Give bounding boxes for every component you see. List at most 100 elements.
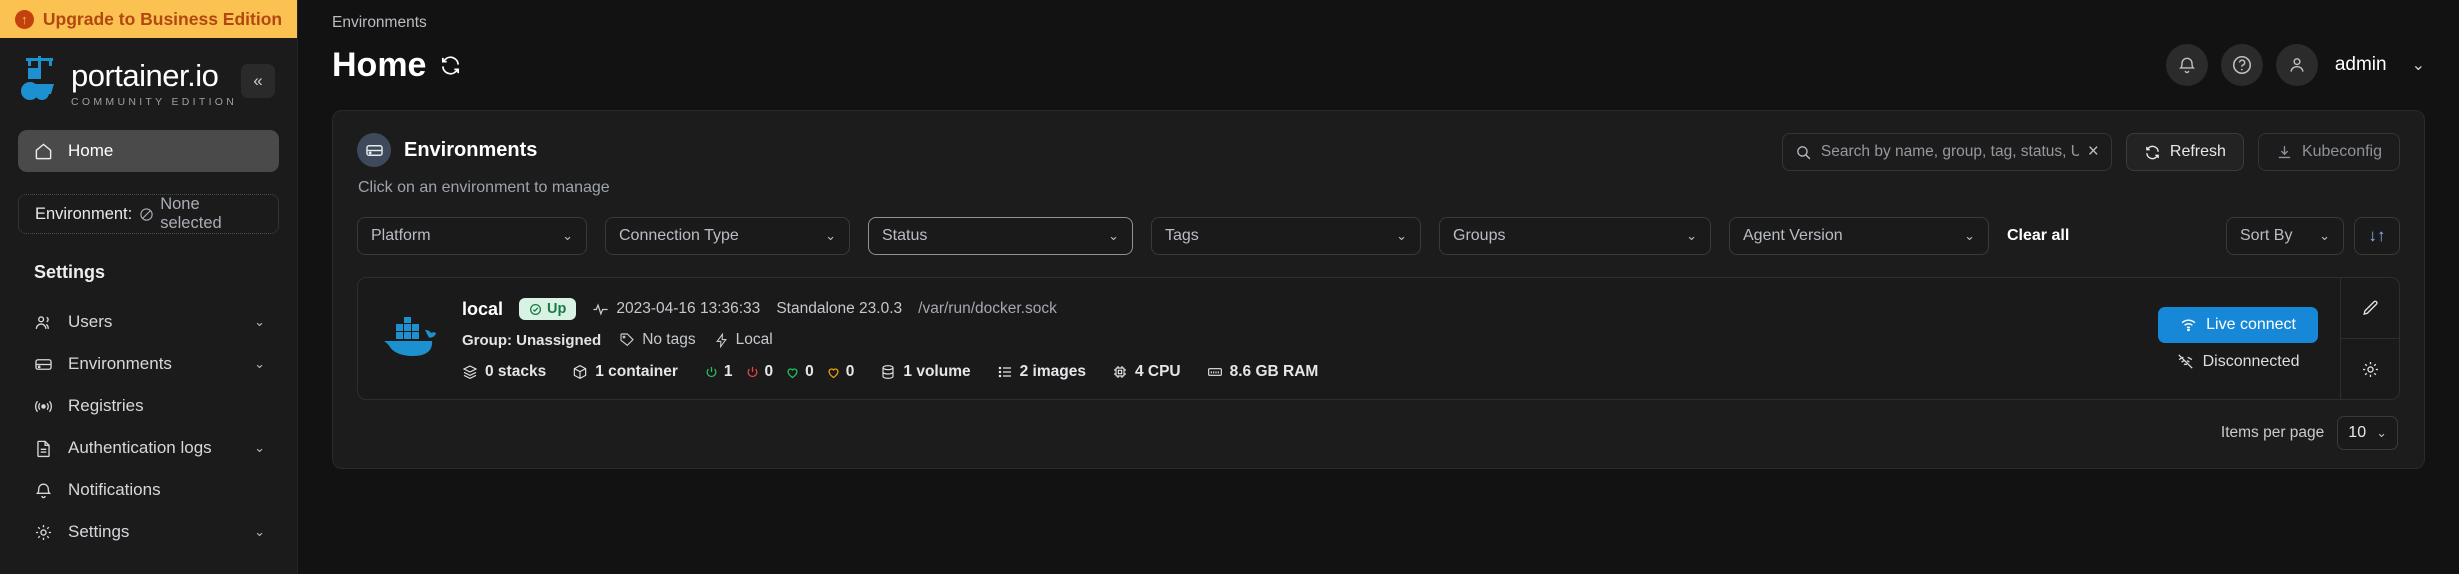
gear-icon bbox=[34, 523, 53, 542]
sort-direction-button[interactable]: ↓↑ bbox=[2354, 217, 2400, 255]
page-title: Home bbox=[332, 46, 427, 84]
environment-settings-button[interactable] bbox=[2341, 338, 2399, 399]
username-label: admin bbox=[2334, 54, 2387, 75]
refresh-icon bbox=[2144, 144, 2161, 161]
sidebar-item-home[interactable]: Home bbox=[18, 130, 279, 172]
environments-icon bbox=[357, 133, 391, 167]
bolt-icon bbox=[714, 332, 729, 348]
images-list-icon bbox=[997, 364, 1013, 380]
environment-stats-row: 0 stacks 1 container 1 0 0 0 1 volume 2 … bbox=[462, 363, 1318, 381]
filter-connection-type-label: Connection Type bbox=[619, 227, 739, 244]
container-icon bbox=[572, 364, 588, 380]
panel-title-row: Environments bbox=[357, 133, 610, 167]
live-connect-button[interactable]: Live connect bbox=[2158, 306, 2318, 343]
environment-local-label: Local bbox=[735, 331, 773, 348]
tag-icon bbox=[619, 332, 635, 348]
sidebar-item-registries-label: Registries bbox=[68, 396, 144, 415]
connect-column: Live connect Disconnected bbox=[2136, 278, 2340, 399]
filter-status-label: Status bbox=[882, 227, 928, 244]
power-stopped-icon bbox=[745, 365, 760, 380]
kubeconfig-button[interactable]: Kubeconfig bbox=[2257, 133, 2400, 171]
upgrade-arrow-icon: ↑ bbox=[14, 9, 34, 29]
search-icon bbox=[1795, 144, 1812, 161]
items-per-page-label: Items per page bbox=[2220, 424, 2325, 441]
sidebar-nav-settings: Users ⌄ Environments ⌄ Registries Authen… bbox=[0, 293, 297, 553]
sidebar-item-users[interactable]: Users ⌄ bbox=[18, 301, 279, 343]
count-unhealthy: 0 bbox=[826, 363, 854, 381]
sidebar-item-authentication-logs-label: Authentication logs bbox=[68, 438, 212, 457]
stat-containers-value: 1 container bbox=[595, 363, 678, 380]
avatar[interactable] bbox=[2275, 44, 2318, 86]
count-running: 1 bbox=[704, 363, 733, 381]
help-button[interactable] bbox=[2220, 44, 2263, 86]
upgrade-banner[interactable]: ↑ Upgrade to Business Edition bbox=[0, 0, 297, 38]
filter-groups[interactable]: Groups ⌄ bbox=[1439, 217, 1711, 255]
heart-healthy-icon bbox=[785, 365, 800, 380]
environment-selector-value: None selected bbox=[160, 195, 222, 232]
stat-cpu-value: 4 CPU bbox=[1134, 363, 1181, 380]
chevron-down-icon: ⌄ bbox=[825, 228, 836, 243]
breadcrumb[interactable]: Environments bbox=[332, 14, 462, 32]
environment-primary-row: local Up 2023-04-16 13:36:33 Standalone … bbox=[462, 298, 1318, 320]
environment-selector[interactable]: Environment: None selected bbox=[18, 194, 279, 234]
environment-card[interactable]: local Up 2023-04-16 13:36:33 Standalone … bbox=[357, 277, 2400, 400]
chevron-down-icon: ⌄ bbox=[254, 440, 265, 455]
notifications-button[interactable] bbox=[2165, 44, 2208, 86]
chevron-down-icon: ⌄ bbox=[562, 228, 573, 243]
environment-name: local bbox=[462, 298, 504, 319]
filter-tags[interactable]: Tags ⌄ bbox=[1151, 217, 1421, 255]
sort-by-select[interactable]: Sort By ⌄ bbox=[2226, 217, 2344, 255]
clear-all-button[interactable]: Clear all bbox=[2007, 227, 2069, 245]
clear-search-icon[interactable]: × bbox=[2088, 141, 2099, 163]
portainer-whale-logo-icon bbox=[18, 54, 62, 102]
status-badge-label: Up bbox=[547, 301, 567, 317]
sort-controls: Sort By ⌄ ↓↑ bbox=[2226, 217, 2400, 255]
environment-card-actions: Live connect Disconnected bbox=[2136, 278, 2399, 399]
stat-volumes: 1 volume bbox=[880, 363, 971, 381]
search-box[interactable]: × bbox=[1781, 133, 2112, 171]
sidebar-item-registries[interactable]: Registries bbox=[18, 385, 279, 427]
home-icon bbox=[34, 142, 53, 161]
count-stopped-value: 0 bbox=[764, 363, 774, 380]
chevron-down-icon: ⌄ bbox=[254, 356, 265, 371]
environment-details: local Up 2023-04-16 13:36:33 Standalone … bbox=[462, 296, 1318, 381]
environment-tags: No tags bbox=[619, 331, 696, 349]
stat-images: 2 images bbox=[997, 363, 1086, 381]
sidebar-collapse-button[interactable]: « bbox=[241, 64, 275, 98]
filter-status[interactable]: Status ⌄ bbox=[868, 217, 1133, 255]
sidebar-item-environments[interactable]: Environments ⌄ bbox=[18, 343, 279, 385]
volume-icon bbox=[880, 364, 896, 380]
wifi-off-icon bbox=[2177, 353, 2194, 370]
panel-title: Environments bbox=[404, 138, 538, 161]
filter-row: Platform ⌄ Connection Type ⌄ Status ⌄ Ta… bbox=[357, 217, 2400, 255]
portainer-logo[interactable]: portainer.io COMMUNITY EDITION bbox=[18, 54, 237, 108]
refresh-button[interactable]: Refresh bbox=[2125, 133, 2244, 171]
stat-stacks: 0 stacks bbox=[462, 363, 546, 381]
filter-connection-type[interactable]: Connection Type ⌄ bbox=[605, 217, 850, 255]
docker-logo-icon bbox=[378, 296, 444, 381]
chevron-down-icon: ⌄ bbox=[254, 314, 265, 329]
count-running-value: 1 bbox=[723, 363, 733, 380]
items-per-page-select[interactable]: 10 ⌄ bbox=[2337, 416, 2398, 450]
upgrade-banner-label: Upgrade to Business Edition bbox=[42, 8, 283, 29]
filter-agent-version[interactable]: Agent Version ⌄ bbox=[1729, 217, 1989, 255]
search-input[interactable] bbox=[1820, 143, 2079, 161]
panel-header: Environments Click on an environment to … bbox=[357, 133, 2400, 197]
cpu-icon bbox=[1112, 364, 1128, 380]
none-selected-icon bbox=[139, 207, 154, 222]
count-stopped: 0 bbox=[745, 363, 774, 381]
chevron-down-icon: ⌄ bbox=[254, 524, 265, 539]
sidebar-item-notifications[interactable]: Notifications bbox=[18, 469, 279, 511]
sidebar-item-settings[interactable]: Settings ⌄ bbox=[18, 511, 279, 553]
user-menu-chevron-down-icon[interactable]: ⌄ bbox=[2412, 55, 2425, 75]
filter-platform[interactable]: Platform ⌄ bbox=[357, 217, 587, 255]
bell-icon bbox=[34, 481, 53, 500]
refresh-icon[interactable] bbox=[439, 54, 462, 77]
sidebar-item-authentication-logs[interactable]: Authentication logs ⌄ bbox=[18, 427, 279, 469]
sidebar-item-environments-label: Environments bbox=[68, 354, 172, 373]
chevron-down-icon: ⌄ bbox=[2319, 228, 2330, 243]
pencil-icon bbox=[2361, 299, 2380, 318]
edit-environment-button[interactable] bbox=[2341, 278, 2399, 338]
stat-ram-value: 8.6 GB RAM bbox=[1229, 363, 1319, 380]
environment-url: /var/run/docker.sock bbox=[918, 300, 1057, 317]
